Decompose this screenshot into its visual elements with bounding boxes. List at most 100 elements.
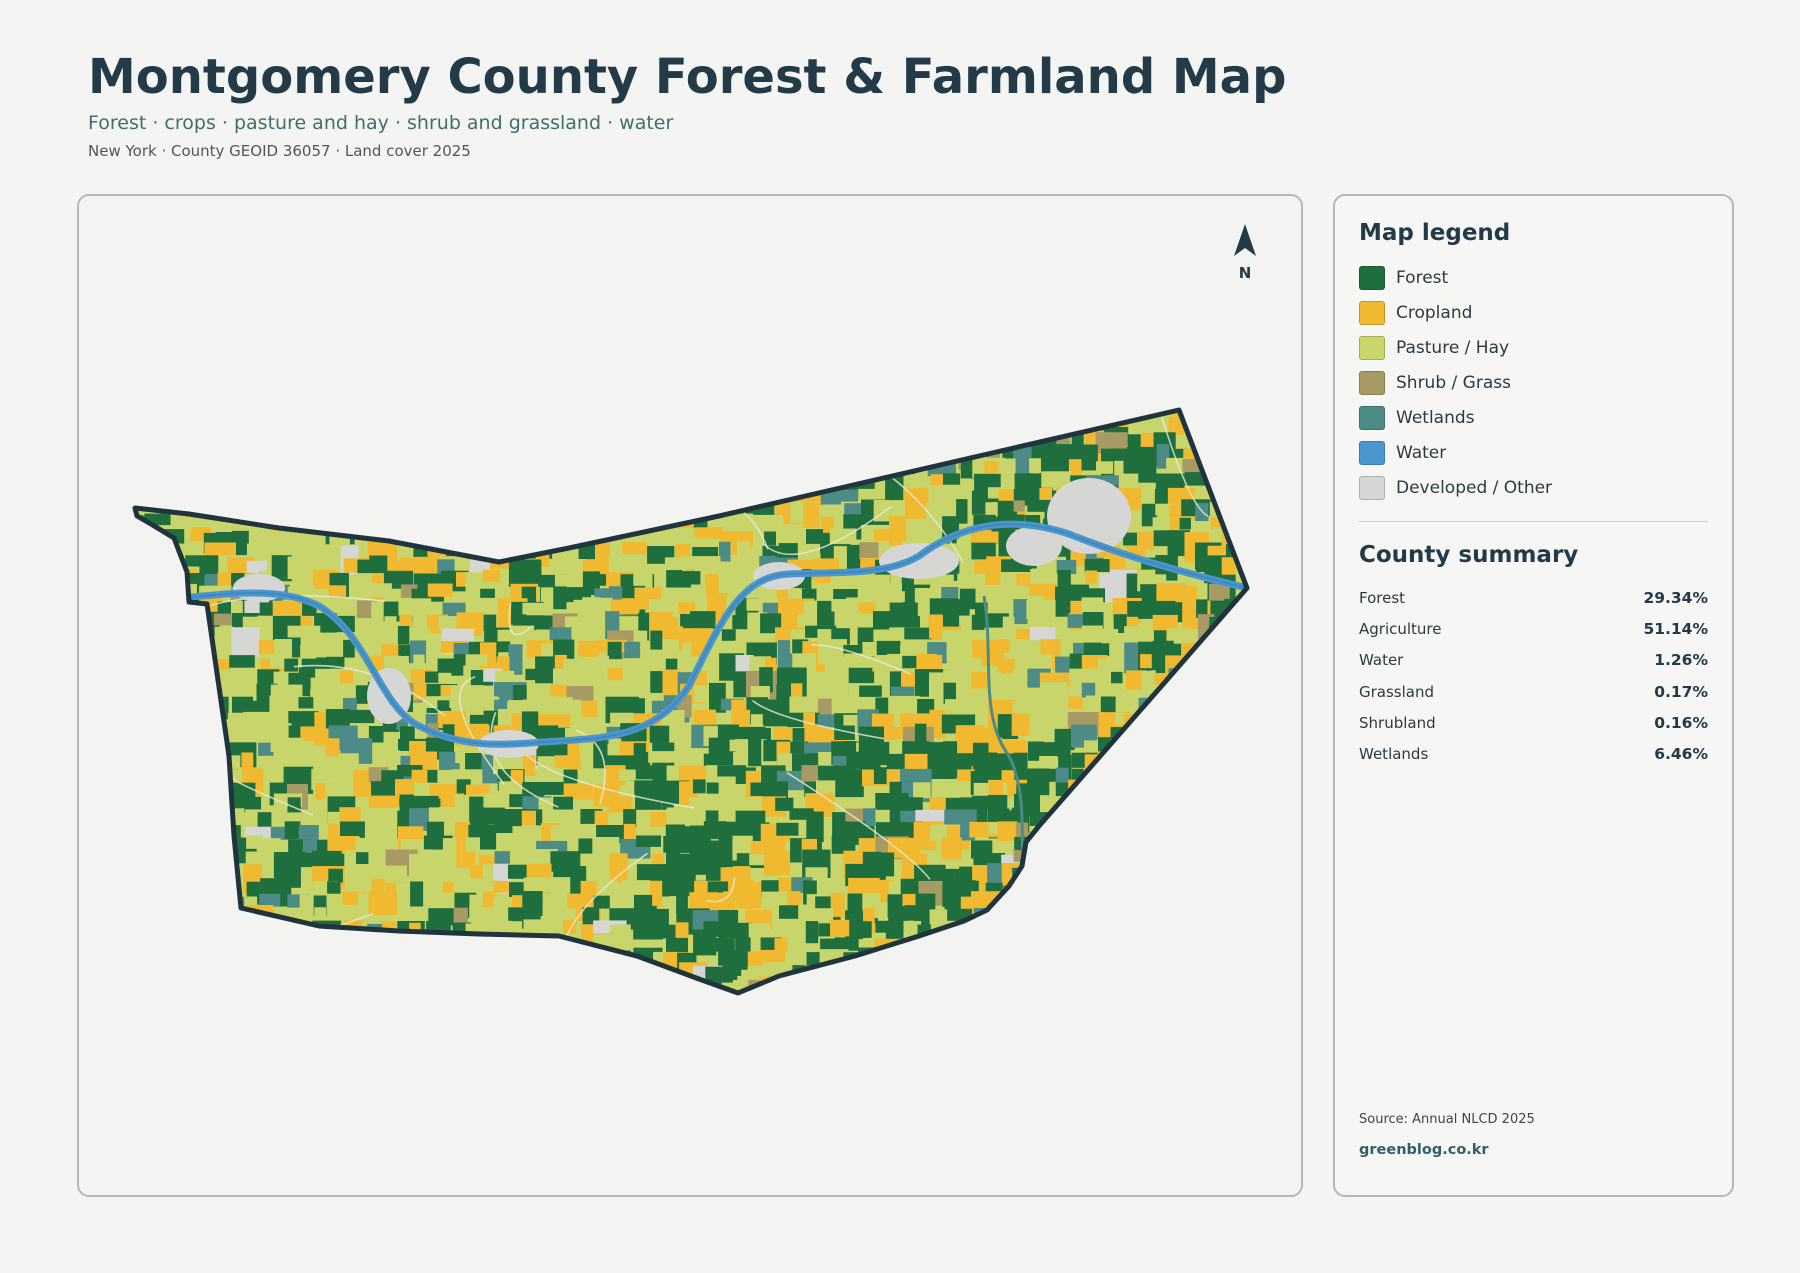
landcover-patch	[790, 445, 820, 460]
landcover-patch	[145, 935, 163, 954]
landcover-patch	[273, 420, 298, 441]
landcover-patch	[158, 416, 173, 435]
landcover-patch	[287, 1005, 316, 1026]
landcover-patch	[215, 865, 235, 880]
landcover-patch	[1140, 919, 1156, 939]
landcover-patch	[466, 462, 495, 475]
landcover-patch	[1169, 684, 1182, 708]
landcover-patch	[914, 445, 927, 461]
landcover-patch	[147, 738, 163, 760]
landcover-patch	[568, 989, 588, 993]
landcover-patch	[342, 448, 373, 461]
landcover-patch	[498, 458, 513, 490]
landcover-patch	[664, 1008, 687, 1038]
landcover-patch	[145, 994, 177, 1011]
landcover-patch	[1001, 910, 1014, 924]
landcover-patch	[581, 416, 612, 438]
landcover-patch	[398, 420, 417, 442]
landcover-patch	[1056, 947, 1071, 973]
landcover-patch	[311, 476, 339, 501]
landcover-patch	[508, 490, 539, 518]
landcover-patch	[857, 921, 872, 938]
landcover-patch	[1182, 825, 1209, 841]
landcover-patch	[480, 937, 497, 957]
landcover-patch	[493, 476, 515, 494]
landcover-patch	[774, 1006, 794, 1019]
landcover-patch	[327, 765, 339, 779]
landcover-patch	[1250, 920, 1283, 934]
landcover-patch	[510, 443, 541, 474]
landcover-patch	[746, 471, 767, 484]
landcover-patch	[876, 640, 901, 655]
county-map[interactable]	[79, 196, 1303, 1197]
landcover-patch	[1181, 755, 1204, 782]
landcover-patch	[143, 447, 171, 476]
landcover-patch	[875, 978, 908, 993]
landcover-patch	[1083, 782, 1116, 799]
landcover-patch	[1124, 849, 1147, 863]
landcover-patch	[1197, 892, 1219, 923]
landcover-patch	[1250, 934, 1277, 956]
landcover-patch	[525, 490, 558, 516]
landcover-patch	[633, 920, 663, 940]
landcover-patch	[455, 937, 476, 950]
landcover-patch	[160, 866, 175, 890]
landcover-patch	[343, 502, 362, 522]
landcover-patch	[524, 410, 546, 417]
landcover-patch	[1126, 882, 1156, 906]
north-arrow-icon	[1234, 224, 1256, 256]
landcover-patch	[634, 669, 651, 682]
landcover-patch	[135, 880, 162, 902]
landcover-patch	[325, 432, 346, 456]
landcover-patch	[1240, 907, 1247, 931]
landcover-patch	[190, 839, 203, 868]
landcover-patch	[647, 990, 667, 993]
landcover-patch	[1112, 794, 1143, 817]
summary-list: Forest 29.34% Agriculture 51.14% Water 1…	[1359, 582, 1708, 770]
summary-row-wetlands: Wetlands 6.46%	[1359, 738, 1708, 769]
credit-link[interactable]: greenblog.co.kr	[1359, 1142, 1489, 1158]
landcover-patch	[161, 602, 175, 633]
landcover-patch	[367, 980, 386, 993]
landcover-patch	[564, 458, 576, 482]
landcover-patch	[480, 410, 507, 425]
landcover-patch	[764, 991, 782, 993]
landcover-patch	[1138, 767, 1154, 788]
road-line	[571, 491, 615, 529]
landcover-patch	[495, 410, 527, 424]
legend-label: Wetlands	[1396, 407, 1475, 428]
landcover-patch	[202, 948, 227, 965]
landcover-patch	[929, 909, 948, 925]
landcover-patch	[357, 446, 375, 458]
landcover-patch	[694, 487, 719, 519]
landcover-patch	[439, 935, 457, 953]
landcover-patch	[927, 410, 961, 434]
landcover-patch	[1169, 991, 1182, 993]
landcover-patch	[622, 542, 648, 554]
header: Montgomery County Forest & Farmland Map …	[88, 48, 1688, 160]
landcover-patch	[1195, 410, 1218, 416]
map-panel[interactable]	[77, 194, 1303, 1197]
landcover-patch	[593, 951, 607, 965]
landcover-patch	[135, 541, 144, 563]
landcover-patch	[217, 994, 248, 1014]
landcover-patch	[1239, 612, 1247, 643]
landcover-patch	[287, 625, 321, 638]
landcover-patch	[1197, 934, 1231, 958]
landcover-patch	[803, 1007, 816, 1036]
landcover-patch	[442, 517, 459, 532]
landcover-patch	[1252, 780, 1277, 806]
landcover-patch	[1181, 923, 1210, 950]
landcover-patch	[509, 528, 542, 550]
landcover-patch	[848, 1004, 862, 1016]
landcover-patch	[439, 966, 467, 984]
summary-label: Water	[1359, 651, 1404, 670]
landcover-patch	[637, 487, 656, 503]
landcover-patch	[1044, 919, 1075, 948]
landcover-patch	[1099, 783, 1125, 813]
landcover-patch	[145, 821, 164, 837]
landcover-patch	[582, 490, 602, 513]
landcover-patch	[508, 644, 523, 675]
landcover-patch	[413, 473, 434, 493]
landcover-patch	[246, 417, 272, 440]
